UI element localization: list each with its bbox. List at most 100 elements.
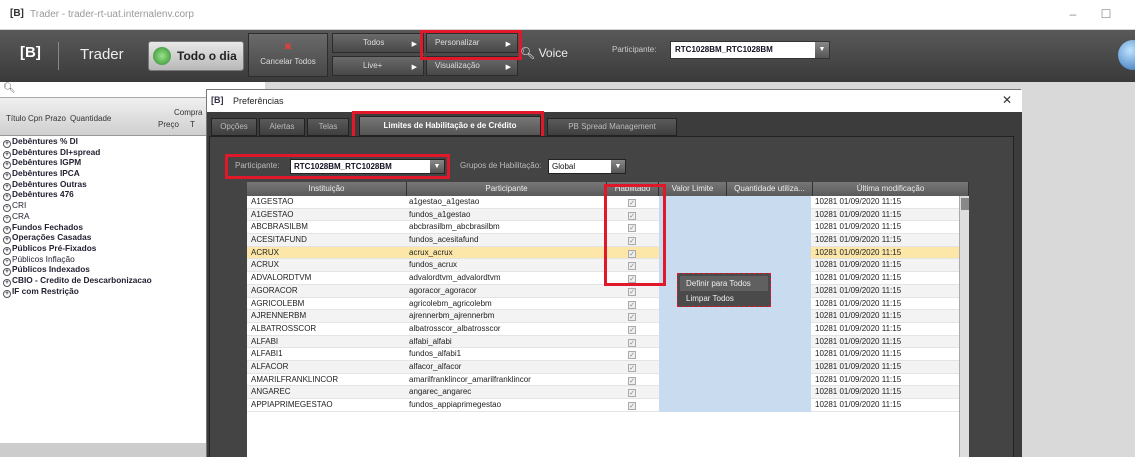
group-select[interactable]: Global ▼ <box>548 159 626 174</box>
cell-participante[interactable]: albatrosscor_albatrosscor <box>407 323 605 336</box>
col-titulo[interactable]: Título <box>6 114 26 123</box>
table-row[interactable]: ALFACOR alfacor_alfacor 10281 01/09/2020 1… <box>247 360 959 374</box>
grid-scrollbar[interactable] <box>959 196 969 457</box>
enabled-checkbox[interactable]: ✓ <box>628 300 636 309</box>
cell-participante[interactable]: agricolebm_agricolebm <box>407 298 605 311</box>
cell-instituicao[interactable]: AGORACOR <box>249 285 403 298</box>
cell-participante[interactable]: acrux_acrux <box>407 247 605 260</box>
enabled-checkbox[interactable]: ✓ <box>628 325 636 334</box>
tab-alertas[interactable]: Alertas <box>259 118 305 136</box>
cell-quantidade-utilizada[interactable] <box>727 399 811 412</box>
cell-quantidade-utilizada[interactable] <box>727 221 811 235</box>
enabled-checkbox[interactable]: ✓ <box>628 287 636 296</box>
col-ultima-modificacao[interactable]: Última modificação <box>813 182 969 196</box>
cell-quantidade-utilizada[interactable] <box>727 246 811 260</box>
table-row[interactable]: APPIAPRIMEGESTAO fundos_appiaprimegestao 1… <box>247 399 959 412</box>
cell-valor-limite[interactable] <box>659 196 727 209</box>
globe-icon[interactable] <box>1118 40 1135 70</box>
menu-item-definir-todos[interactable]: Definir para Todos <box>680 276 768 291</box>
cell-participante[interactable]: fundos_appiaprimegestao <box>407 399 605 412</box>
cell-valor-limite[interactable] <box>659 348 727 361</box>
tab-opcoes[interactable]: Opções <box>211 118 257 136</box>
cell-instituicao[interactable]: AMARILFRANKLINCOR <box>249 374 403 387</box>
cell-valor-limite[interactable] <box>659 322 727 336</box>
tab-telas[interactable]: Telas <box>307 118 349 136</box>
cell-participante[interactable]: abcbrasilbm_abcbrasilbm <box>407 221 605 234</box>
cell-participante[interactable]: advalordtvm_advalordtvm <box>407 272 605 285</box>
cell-quantidade-utilizada[interactable] <box>727 360 811 374</box>
cell-instituicao[interactable]: ALFABI <box>249 336 403 349</box>
cell-participante[interactable]: alfacor_alfacor <box>407 361 605 374</box>
cell-quantidade-utilizada[interactable] <box>727 259 811 273</box>
cancel-all-button[interactable]: ✖ Cancelar Todos <box>248 33 328 77</box>
col-quantidade-utilizada[interactable]: Quantidade utiliza... <box>727 182 813 196</box>
cell-quantidade-utilizada[interactable] <box>727 386 811 399</box>
col-prazo[interactable]: Prazo <box>45 114 66 123</box>
cell-instituicao[interactable]: ADVALORDTVM <box>249 272 403 285</box>
cell-valor-limite[interactable] <box>659 310 727 323</box>
table-row[interactable]: AJRENNERBM ajrennerbm_ajrennerbm 10281 01/… <box>247 310 959 323</box>
cell-quantidade-utilizada[interactable] <box>727 335 811 349</box>
cell-valor-limite[interactable] <box>659 360 727 374</box>
expand-icon[interactable]: + <box>3 289 11 298</box>
enabled-checkbox[interactable]: ✓ <box>628 402 636 410</box>
cell-valor-limite[interactable] <box>659 373 727 387</box>
scrollbar-thumb[interactable] <box>961 198 969 210</box>
cell-valor-limite[interactable] <box>659 208 727 222</box>
cell-quantidade-utilizada[interactable] <box>727 196 811 209</box>
cell-participante[interactable]: fundos_acrux <box>407 259 605 272</box>
table-row[interactable]: AGRICOLEBM agricolebm_agricolebm 10281 01/… <box>247 297 959 311</box>
table-row[interactable]: ACRUX fundos_acrux 10281 01/09/2020 11:15 ✓ <box>247 259 959 273</box>
table-row[interactable]: A1GESTAO fundos_a1gestao 10281 01/09/2020 … <box>247 208 959 222</box>
cell-instituicao[interactable]: ABCBRASILBM <box>249 221 403 234</box>
tab-limites[interactable]: Limites de Habilitação e de Crédito <box>359 116 541 136</box>
day-button[interactable]: Todo o dia <box>148 41 244 71</box>
cell-valor-limite[interactable] <box>659 246 727 260</box>
menu-item-limpar-todos[interactable]: Limpar Todos <box>680 291 768 306</box>
col-instituicao[interactable]: Instituição <box>247 182 407 196</box>
todos-button[interactable]: Todos ▶ <box>332 33 424 53</box>
enabled-checkbox[interactable]: ✓ <box>628 224 636 233</box>
cell-participante[interactable]: amarilfranklincor_amarilfranklincor <box>407 374 605 387</box>
table-row[interactable]: ACRUX acrux_acrux 10281 01/09/2020 11:15 ✓ <box>247 246 959 260</box>
cell-instituicao[interactable]: ACRUX <box>249 259 403 272</box>
cell-quantidade-utilizada[interactable] <box>727 310 811 323</box>
cell-valor-limite[interactable] <box>659 386 727 399</box>
cell-quantidade-utilizada[interactable] <box>727 322 811 336</box>
tab-pb-spread[interactable]: PB Spread Management <box>547 118 677 136</box>
cell-valor-limite[interactable] <box>659 221 727 235</box>
enabled-checkbox[interactable]: ✓ <box>628 199 636 207</box>
table-row[interactable]: ADVALORDTVM advalordtvm_advalordtvm 10281 … <box>247 272 959 285</box>
col-cpn[interactable]: Cpn <box>28 114 43 123</box>
cell-valor-limite[interactable] <box>659 259 727 273</box>
cell-participante[interactable]: angarec_angarec <box>407 386 605 399</box>
table-row[interactable]: ALFABI1 fundos_alfabi1 10281 01/09/2020 11… <box>247 348 959 361</box>
table-row[interactable]: ABCBRASILBM abcbrasilbm_abcbrasilbm 10281 … <box>247 221 959 235</box>
cell-participante[interactable]: fundos_a1gestao <box>407 209 605 222</box>
table-row[interactable]: AMARILFRANKLINCOR amarilfranklincor_amari… <box>247 373 959 387</box>
cell-participante[interactable]: agoracor_agoracor <box>407 285 605 298</box>
close-icon[interactable]: ✕ <box>1002 93 1012 107</box>
cell-participante[interactable]: fundos_alfabi1 <box>407 348 605 361</box>
minimize-button[interactable]: – <box>1065 6 1081 22</box>
table-row[interactable]: AGORACOR agoracor_agoracor 10281 01/09/202… <box>247 284 959 298</box>
cell-quantidade-utilizada[interactable] <box>727 234 811 247</box>
cell-participante[interactable]: fundos_acesitafund <box>407 234 605 247</box>
visualizacao-button[interactable]: Visualização ▶ <box>426 56 518 76</box>
participant-select[interactable]: RTC1028BM_RTC1028BM ▼ <box>670 41 830 59</box>
table-row[interactable]: ALFABI alfabi_alfabi 10281 01/09/2020 11:1… <box>247 335 959 349</box>
col-participante[interactable]: Participante <box>407 182 607 196</box>
col-quantidade[interactable]: Quantidade <box>70 114 111 123</box>
table-row[interactable]: A1GESTAO a1gestao_a1gestao 10281 01/09/202… <box>247 196 959 209</box>
cell-valor-limite[interactable] <box>659 399 727 412</box>
cell-quantidade-utilizada[interactable] <box>727 348 811 361</box>
col-t[interactable]: T <box>190 120 195 129</box>
maximize-button[interactable]: ☐ <box>1098 6 1114 22</box>
cell-instituicao[interactable]: ACESITAFUND <box>249 234 403 247</box>
cell-instituicao[interactable]: A1GESTAO <box>249 196 403 209</box>
enabled-checkbox[interactable]: ✓ <box>628 275 636 284</box>
personalizar-button[interactable]: Personalizar ▶ <box>426 33 518 53</box>
enabled-checkbox[interactable]: ✓ <box>628 376 636 385</box>
col-compra[interactable]: Compra <box>174 108 202 117</box>
enabled-checkbox[interactable]: ✓ <box>628 351 636 360</box>
